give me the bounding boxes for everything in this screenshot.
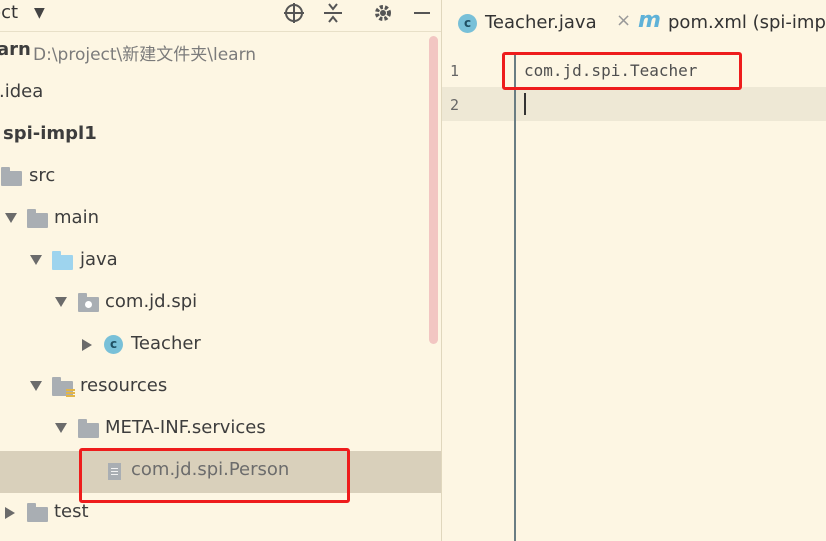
locate-icon[interactable] bbox=[282, 1, 306, 25]
expand-arrow-icon[interactable] bbox=[55, 423, 67, 433]
tree-item-teacher-class[interactable]: c Teacher bbox=[0, 325, 429, 367]
maven-icon: m bbox=[638, 8, 661, 33]
tree-item-meta-inf-services[interactable]: META-INF.services bbox=[0, 409, 429, 451]
expand-arrow-icon[interactable] bbox=[5, 213, 17, 223]
tab-label: Teacher.java bbox=[485, 12, 597, 33]
highlight-box-code bbox=[502, 52, 742, 90]
folder-icon bbox=[1, 167, 22, 186]
source-folder-icon bbox=[52, 251, 73, 270]
gear-icon[interactable] bbox=[371, 1, 395, 25]
tree-item-module[interactable]: spi-impl1 bbox=[0, 115, 429, 157]
tab-pom-xml[interactable]: m pom.xml (spi-impl bbox=[638, 0, 826, 44]
tree-item-idea[interactable]: .idea bbox=[0, 73, 429, 115]
line-number: 2 bbox=[450, 96, 460, 114]
expand-arrow-icon[interactable] bbox=[30, 255, 42, 265]
tree-item-java[interactable]: java bbox=[0, 241, 429, 283]
tree-item-package[interactable]: com.jd.spi bbox=[0, 283, 429, 325]
project-panel-title[interactable]: ect bbox=[0, 2, 18, 23]
tree-item-label: META-INF.services bbox=[105, 417, 266, 438]
project-path: D:\project\新建文件夹\learn bbox=[33, 45, 257, 65]
vertical-scrollbar[interactable] bbox=[429, 36, 438, 344]
tab-label: pom.xml (spi-impl bbox=[668, 12, 826, 33]
tree-item-label: src bbox=[29, 165, 56, 186]
folder-icon bbox=[27, 503, 48, 522]
editor-tab-bar: c Teacher.java × m pom.xml (spi-impl bbox=[442, 0, 826, 44]
project-panel: ect ▼ arn D:\project\新建文件夹\learn .idea s… bbox=[0, 0, 441, 541]
minimize-icon[interactable] bbox=[410, 1, 434, 25]
resources-folder-icon bbox=[52, 377, 75, 398]
folder-icon bbox=[27, 209, 48, 228]
chevron-down-icon[interactable]: ▼ bbox=[34, 5, 45, 21]
expand-arrow-icon[interactable] bbox=[30, 381, 42, 391]
tree-item-label: arn bbox=[0, 39, 31, 60]
close-icon[interactable]: × bbox=[616, 10, 631, 31]
expand-arrow-icon[interactable] bbox=[55, 297, 67, 307]
tree-item-resources[interactable]: resources bbox=[0, 367, 429, 409]
project-panel-header: ect ▼ bbox=[0, 0, 441, 32]
collapse-arrow-icon[interactable] bbox=[82, 339, 92, 351]
class-icon: c bbox=[104, 335, 123, 354]
tab-teacher-java[interactable]: c Teacher.java × bbox=[456, 0, 636, 44]
line-number: 1 bbox=[450, 62, 460, 80]
folder-icon bbox=[78, 419, 99, 438]
tree-item-label: java bbox=[80, 249, 118, 270]
gutter-separator bbox=[514, 52, 516, 541]
current-line-highlight bbox=[442, 87, 826, 121]
tree-item-label: .idea bbox=[0, 81, 44, 102]
collapse-all-icon[interactable] bbox=[321, 1, 345, 25]
tree-item-label: Teacher bbox=[131, 333, 201, 354]
package-icon bbox=[78, 293, 99, 312]
tree-item-project-root[interactable]: arn D:\project\新建文件夹\learn bbox=[0, 31, 429, 73]
editor: c Teacher.java × m pom.xml (spi-impl 1 2… bbox=[442, 0, 826, 541]
tree-item-label: com.jd.spi bbox=[105, 291, 198, 312]
tree-item-label: resources bbox=[80, 375, 168, 396]
collapse-arrow-icon[interactable] bbox=[5, 507, 15, 519]
tree-item-label: main bbox=[54, 207, 99, 228]
tree-item-main[interactable]: main bbox=[0, 199, 429, 241]
tree-item-src[interactable]: src bbox=[0, 157, 429, 199]
tree-item-label: spi-impl1 bbox=[3, 123, 97, 144]
tree-item-label: test bbox=[54, 501, 89, 522]
highlight-box-file bbox=[79, 448, 350, 503]
text-caret bbox=[524, 93, 526, 115]
class-icon: c bbox=[458, 14, 477, 33]
